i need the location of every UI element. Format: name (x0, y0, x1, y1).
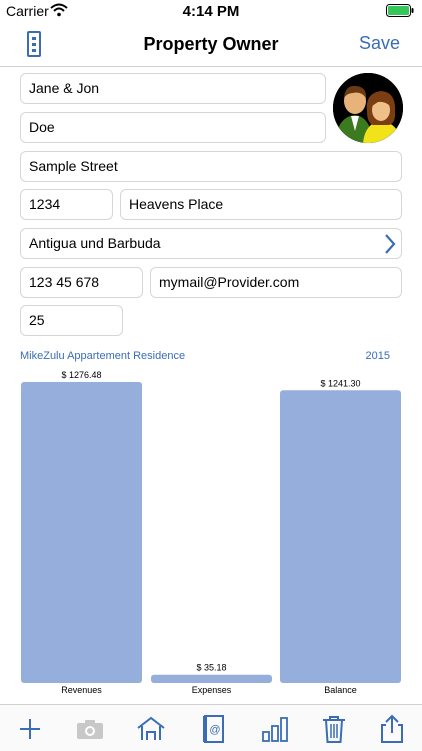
city-field[interactable]: Heavens Place (120, 189, 402, 220)
email-field[interactable]: mymail@Provider.com (150, 267, 402, 298)
chevron-right-icon (383, 232, 397, 258)
category-label: Expenses (192, 685, 232, 695)
bar-balance (280, 390, 401, 683)
category-label: Revenues (61, 685, 102, 695)
bar-revenues (21, 382, 142, 683)
add-icon[interactable] (14, 713, 46, 745)
navigation-bar: Property Owner Save (0, 22, 422, 67)
share-field[interactable]: 25 (20, 305, 123, 336)
value-label: $ 35.18 (196, 663, 226, 673)
finance-bar-chart: $ 1276.48 Revenues $ 35.18 Expenses $ 1241.3… (21, 370, 401, 695)
trash-icon[interactable] (318, 713, 350, 745)
bar-expenses (151, 674, 272, 683)
house-icon[interactable] (135, 713, 167, 745)
svg-text:@: @ (209, 724, 220, 736)
first-name-field[interactable]: Jane & Jon (20, 73, 326, 104)
owner-avatar[interactable] (333, 73, 403, 143)
share-icon[interactable] (376, 713, 408, 745)
value-label: $ 1241.30 (320, 378, 360, 388)
category-label: Balance (324, 685, 357, 695)
contact-book-icon[interactable]: @ (198, 713, 230, 745)
zip-field[interactable]: 1234 (20, 189, 113, 220)
status-bar: Carrier 4:14 PM (0, 0, 422, 22)
camera-icon[interactable] (74, 713, 106, 745)
battery-icon (386, 4, 414, 22)
bar-chart-icon[interactable] (259, 713, 291, 745)
country-value: Antigua und Barbuda (29, 235, 161, 251)
street-field[interactable]: Sample Street (20, 151, 402, 182)
clock: 4:14 PM (182, 3, 240, 20)
toolbar: @ (0, 704, 422, 751)
last-name-field[interactable]: Doe (20, 112, 326, 143)
country-select[interactable]: Antigua und Barbuda (20, 228, 402, 259)
phone-field[interactable]: 123 45 678 (20, 267, 143, 298)
value-label: $ 1276.48 (61, 370, 101, 380)
save-button[interactable]: Save (359, 33, 400, 54)
